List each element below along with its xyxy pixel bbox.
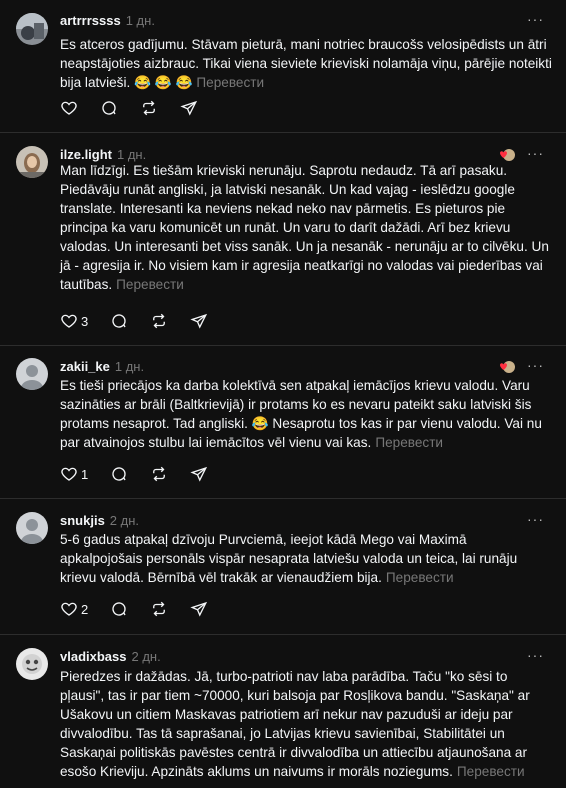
share-button[interactable]: [190, 600, 208, 618]
repost-button[interactable]: [140, 99, 158, 117]
more-options-icon[interactable]: ···: [527, 357, 544, 373]
like-button[interactable]: 1: [60, 465, 88, 483]
repost-button[interactable]: [150, 312, 168, 330]
share-button[interactable]: [190, 465, 208, 483]
reply-button[interactable]: [100, 99, 118, 117]
more-options-icon[interactable]: ···: [527, 11, 544, 27]
divider: [0, 345, 566, 346]
post-body: Es tieši priecājos ka darba kolektīvā se…: [60, 378, 542, 450]
divider: [0, 498, 566, 499]
comment-icon: [112, 467, 126, 481]
username-text[interactable]: vladixbass: [60, 649, 127, 664]
post-text: Pieredzes ir dažādas. Jā, turbo-patrioti…: [60, 667, 552, 781]
heart-icon: [61, 101, 77, 115]
divider: [0, 132, 566, 133]
username-text[interactable]: artrrrssss: [60, 13, 121, 28]
avatar[interactable]: [16, 648, 48, 680]
heart-icon: [61, 467, 77, 481]
username[interactable]: vladixbass 2 дн.: [60, 649, 161, 664]
send-icon: [190, 601, 208, 617]
username[interactable]: zakii_ke 1 дн.: [60, 359, 144, 374]
repost-button[interactable]: [150, 600, 168, 618]
reply-button[interactable]: [110, 465, 128, 483]
translate-link[interactable]: Перевести: [375, 435, 443, 450]
comment-icon: [112, 314, 126, 328]
username-text[interactable]: snukjis: [60, 513, 105, 528]
post-actions: 1: [60, 464, 230, 484]
repost-icon: [153, 601, 166, 617]
translate-link[interactable]: Перевести: [116, 277, 184, 292]
post-time: 2 дн.: [131, 649, 161, 664]
comment-icon: [112, 602, 126, 616]
heart-icon: [61, 314, 77, 328]
heart-icon: [61, 602, 77, 616]
post-time: 1 дн.: [114, 359, 145, 374]
repost-button[interactable]: [150, 465, 168, 483]
translate-link[interactable]: Перевести: [196, 75, 264, 90]
post-actions: 2: [60, 599, 230, 619]
like-count: 2: [81, 601, 89, 617]
more-options-icon[interactable]: ···: [527, 647, 544, 663]
reaction-icon[interactable]: [498, 359, 516, 375]
divider: [0, 634, 566, 635]
post-text: Es tieši priecājos ka darba kolektīvā se…: [60, 376, 552, 452]
translate-link[interactable]: Перевести: [457, 764, 525, 779]
post-body: Pieredzes ir dažādas. Jā, turbo-patrioti…: [60, 669, 530, 779]
like-button[interactable]: 2: [60, 600, 88, 618]
reply-button[interactable]: [110, 312, 128, 330]
post-actions: [60, 98, 220, 118]
post-text: Man līdzīgi. Es tiešām krieviski nerunāj…: [60, 161, 552, 294]
post-actions: 3: [60, 311, 230, 331]
username-text[interactable]: ilze.light: [60, 147, 112, 162]
post-time: 1 дн.: [117, 147, 147, 162]
post-text: 5-6 gadus atpakaļ dzīvoju Purvciemā, iee…: [60, 530, 552, 587]
repost-icon: [153, 313, 166, 329]
avatar[interactable]: [16, 512, 48, 544]
post-time: 2 дн.: [109, 513, 140, 528]
more-options-icon[interactable]: ···: [527, 145, 544, 161]
like-count: 1: [81, 466, 89, 482]
send-icon: [190, 466, 208, 482]
username[interactable]: ilze.light 1 дн.: [60, 147, 146, 162]
share-button[interactable]: [180, 99, 198, 117]
send-icon: [180, 100, 198, 116]
username[interactable]: snukjis 2 дн.: [60, 513, 139, 528]
post-time: 1 дн.: [125, 13, 155, 28]
avatar[interactable]: [16, 146, 48, 178]
repost-icon: [153, 466, 166, 482]
username[interactable]: artrrrssss 1 дн.: [60, 13, 155, 28]
repost-icon: [143, 100, 155, 116]
post-body: Es atceros gadījumu. Stāvam pieturā, man…: [60, 37, 552, 90]
send-icon: [190, 313, 208, 329]
more-options-icon[interactable]: ···: [527, 511, 544, 527]
post-body: Man līdzīgi. Es tiešām krieviski nerunāj…: [60, 163, 549, 292]
avatar[interactable]: [16, 13, 48, 45]
share-button[interactable]: [190, 312, 208, 330]
avatar[interactable]: [16, 358, 48, 390]
like-button[interactable]: [60, 99, 78, 117]
post-text: Es atceros gadījumu. Stāvam pieturā, man…: [60, 35, 552, 92]
like-button[interactable]: 3: [60, 312, 88, 330]
username-text[interactable]: zakii_ke: [60, 359, 110, 374]
like-count: 3: [81, 313, 89, 329]
reply-button[interactable]: [110, 600, 128, 618]
translate-link[interactable]: Перевести: [386, 570, 454, 585]
comment-icon: [102, 101, 116, 115]
